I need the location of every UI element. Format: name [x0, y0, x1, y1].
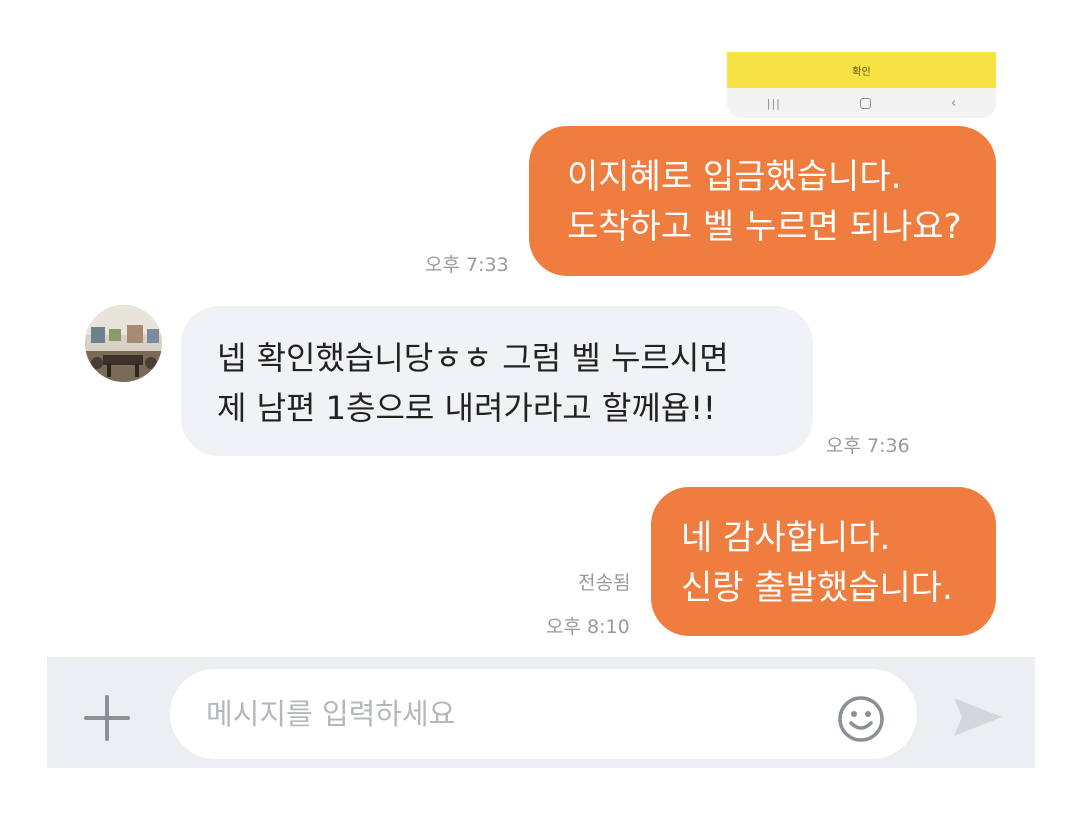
- message-timestamp: 오후 8:10: [546, 616, 630, 638]
- recent-apps-icon: |||: [766, 96, 781, 110]
- outgoing-message-bubble[interactable]: 네 감사합니다. 신랑 출발했습니다.: [651, 487, 996, 636]
- message-line: 네 감사합니다.: [681, 518, 891, 558]
- avatar[interactable]: [85, 305, 162, 382]
- message-line: 넵 확인했습니당ㅎㅎ 그럼 벨 누르시면: [217, 339, 729, 377]
- send-icon[interactable]: [952, 694, 1004, 740]
- smiley-icon[interactable]: [836, 694, 886, 744]
- message-line: 이지혜로 입금했습니다.: [567, 157, 902, 197]
- plus-icon[interactable]: [84, 695, 130, 741]
- message-timestamp: 오후 7:33: [425, 254, 509, 276]
- android-navbar-strip: ||| ‹: [727, 88, 996, 118]
- confirm-label: 확인: [852, 66, 871, 78]
- delivery-status: 전송됨: [578, 572, 631, 594]
- message-input[interactable]: [170, 669, 917, 759]
- avatar-gallery-photo: [85, 305, 162, 382]
- confirm-strip: 확인: [727, 52, 996, 88]
- message-line: 신랑 출발했습니다.: [681, 568, 953, 608]
- outgoing-message-bubble[interactable]: 이지혜로 입금했습니다. 도착하고 벨 누르면 되나요?: [529, 126, 996, 276]
- message-line: 도착하고 벨 누르면 되나요?: [567, 207, 962, 247]
- home-icon: [860, 97, 872, 109]
- message-line: 제 남편 1층으로 내려가라고 할께욥!!: [217, 389, 716, 427]
- incoming-message-bubble[interactable]: 넵 확인했습니당ㅎㅎ 그럼 벨 누르시면 제 남편 1층으로 내려가라고 할께욥…: [181, 306, 813, 456]
- back-icon: ‹: [950, 95, 957, 111]
- message-timestamp: 오후 7:36: [826, 435, 910, 457]
